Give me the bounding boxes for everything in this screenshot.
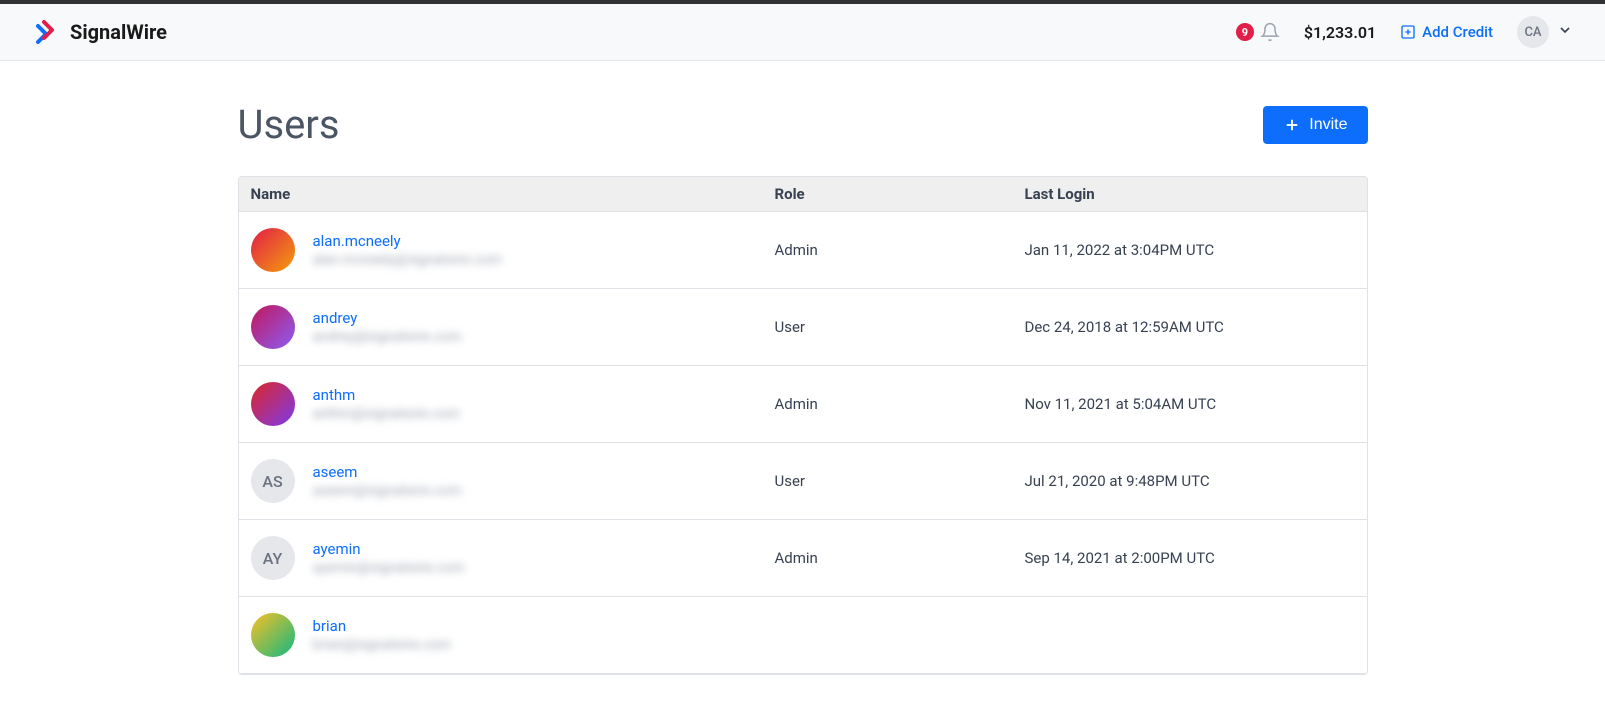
user-avatar xyxy=(251,228,295,272)
user-email: anthm@signalwire.com xyxy=(313,406,460,422)
user-name-link[interactable]: aseem xyxy=(313,463,462,481)
user-info: anthm anthm@signalwire.com xyxy=(313,386,460,422)
user-email: aseem@signalwire.com xyxy=(313,483,462,499)
table-row[interactable]: alan.mcneely alan.mcneely@signalwire.com A… xyxy=(239,212,1367,289)
app-header: SignalWire 9 $1,233.01 Add Credit xyxy=(0,4,1605,61)
table-header: Name Role Last Login xyxy=(239,177,1367,212)
page-title: Users xyxy=(238,101,340,148)
user-info: andrey andrey@signalwire.com xyxy=(313,309,462,345)
add-credit-link[interactable]: Add Credit xyxy=(1400,23,1493,41)
last-login-cell: Sep 14, 2021 at 2:00PM UTC xyxy=(1025,549,1355,567)
user-avatar: AS xyxy=(251,459,295,503)
header-right: 9 $1,233.01 Add Credit CA xyxy=(1236,16,1573,48)
table-row[interactable]: brian brian@signalwire.com xyxy=(239,597,1367,674)
table-body: alan.mcneely alan.mcneely@signalwire.com A… xyxy=(239,212,1367,674)
current-user-avatar: CA xyxy=(1517,16,1549,48)
user-cell: alan.mcneely alan.mcneely@signalwire.com xyxy=(251,228,775,272)
user-avatar xyxy=(251,305,295,349)
column-header-role: Role xyxy=(775,185,1025,203)
user-name-link[interactable]: andrey xyxy=(313,309,462,327)
user-avatar: AY xyxy=(251,536,295,580)
role-cell: User xyxy=(775,318,1025,336)
table-row[interactable]: AY ayemin ayemin@signalwire.com AdminSep 14… xyxy=(239,520,1367,597)
last-login-cell: Jul 21, 2020 at 9:48PM UTC xyxy=(1025,472,1355,490)
user-info: ayemin ayemin@signalwire.com xyxy=(313,540,465,576)
role-cell: Admin xyxy=(775,549,1025,567)
last-login-cell: Nov 11, 2021 at 5:04AM UTC xyxy=(1025,395,1355,413)
plus-square-icon xyxy=(1400,24,1416,40)
user-name-link[interactable]: brian xyxy=(313,617,451,635)
invite-button-label: Invite xyxy=(1309,116,1347,134)
table-row[interactable]: anthm anthm@signalwire.com AdminNov 11, 20… xyxy=(239,366,1367,443)
user-cell: anthm anthm@signalwire.com xyxy=(251,382,775,426)
last-login-cell: Dec 24, 2018 at 12:59AM UTC xyxy=(1025,318,1355,336)
user-cell: andrey andrey@signalwire.com xyxy=(251,305,775,349)
notification-badge: 9 xyxy=(1236,23,1254,41)
user-info: brian brian@signalwire.com xyxy=(313,617,451,653)
user-info: aseem aseem@signalwire.com xyxy=(313,463,462,499)
user-email: alan.mcneely@signalwire.com xyxy=(313,252,502,268)
column-header-name: Name xyxy=(251,185,775,203)
users-table: Name Role Last Login alan.mcneelyalan.mc… xyxy=(238,176,1368,675)
user-avatar xyxy=(251,382,295,426)
user-avatar xyxy=(251,613,295,657)
signalwire-logo-icon xyxy=(32,18,60,46)
header-left: SignalWire xyxy=(32,18,167,46)
account-balance: $1,233.01 xyxy=(1304,23,1376,42)
user-email: brian@signalwire.com xyxy=(313,637,451,653)
brand-name: SignalWire xyxy=(70,20,167,44)
user-info: alan.mcneely alan.mcneely@signalwire.com xyxy=(313,232,502,268)
page-header: Users Invite xyxy=(238,101,1368,148)
main-content: Users Invite Name Role Last Login alan.m… xyxy=(218,61,1388,715)
column-header-last-login: Last Login xyxy=(1025,185,1355,203)
invite-button[interactable]: Invite xyxy=(1263,106,1367,144)
user-cell: AS aseem aseem@signalwire.com xyxy=(251,459,775,503)
user-name-link[interactable]: ayemin xyxy=(313,540,465,558)
chevron-down-icon xyxy=(1557,22,1573,42)
user-name-link[interactable]: alan.mcneely xyxy=(313,232,502,250)
table-row[interactable]: AS aseem aseem@signalwire.com UserJul 21, 2… xyxy=(239,443,1367,520)
bell-icon xyxy=(1260,22,1280,42)
user-email: ayemin@signalwire.com xyxy=(313,560,465,576)
add-credit-label: Add Credit xyxy=(1422,23,1493,41)
user-email: andrey@signalwire.com xyxy=(313,329,462,345)
role-cell: Admin xyxy=(775,395,1025,413)
table-row[interactable]: andrey andrey@signalwire.com UserDec 24, 2… xyxy=(239,289,1367,366)
plus-icon xyxy=(1283,116,1301,134)
role-cell: Admin xyxy=(775,241,1025,259)
user-menu[interactable]: CA xyxy=(1517,16,1573,48)
notifications[interactable]: 9 xyxy=(1236,22,1280,42)
last-login-cell: Jan 11, 2022 at 3:04PM UTC xyxy=(1025,241,1355,259)
role-cell: User xyxy=(775,472,1025,490)
user-name-link[interactable]: anthm xyxy=(313,386,460,404)
user-cell: AY ayemin ayemin@signalwire.com xyxy=(251,536,775,580)
user-cell: brian brian@signalwire.com xyxy=(251,613,775,657)
